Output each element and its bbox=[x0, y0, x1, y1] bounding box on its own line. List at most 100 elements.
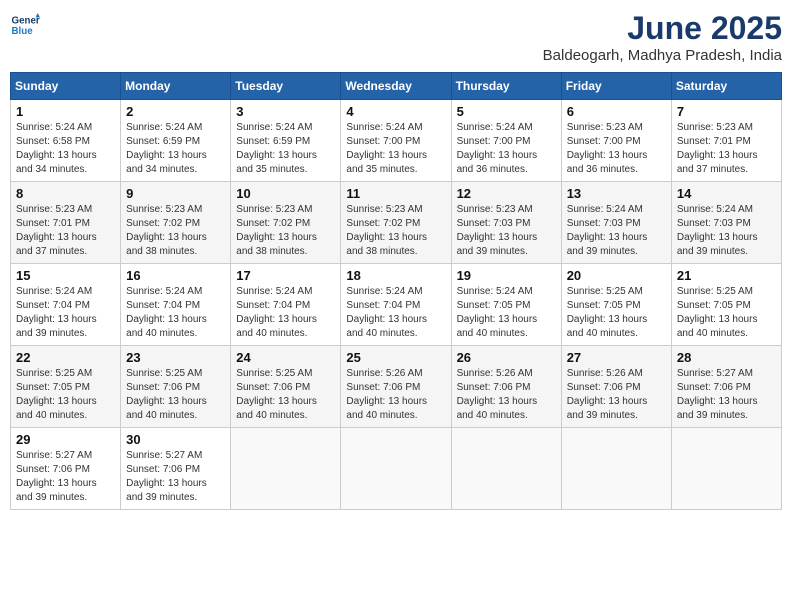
col-friday: Friday bbox=[561, 73, 671, 100]
month-title: June 2025 bbox=[543, 10, 782, 47]
calendar-cell: 19 Sunrise: 5:24 AMSunset: 7:05 PMDaylig… bbox=[451, 264, 561, 346]
day-detail: Sunrise: 5:25 AMSunset: 7:05 PMDaylight:… bbox=[567, 285, 666, 341]
svg-text:Blue: Blue bbox=[12, 26, 34, 37]
calendar-cell: 6 Sunrise: 5:23 AMSunset: 7:00 PMDayligh… bbox=[561, 100, 671, 182]
calendar-cell: 18 Sunrise: 5:24 AMSunset: 7:04 PMDaylig… bbox=[341, 264, 451, 346]
calendar-table: Sunday Monday Tuesday Wednesday Thursday… bbox=[10, 72, 782, 510]
col-wednesday: Wednesday bbox=[341, 73, 451, 100]
day-number: 22 bbox=[16, 350, 115, 365]
day-detail: Sunrise: 5:24 AMSunset: 6:59 PMDaylight:… bbox=[236, 121, 335, 177]
calendar-cell: 15 Sunrise: 5:24 AMSunset: 7:04 PMDaylig… bbox=[11, 264, 121, 346]
day-number: 29 bbox=[16, 432, 115, 447]
calendar-cell: 17 Sunrise: 5:24 AMSunset: 7:04 PMDaylig… bbox=[231, 264, 341, 346]
calendar-cell: 9 Sunrise: 5:23 AMSunset: 7:02 PMDayligh… bbox=[121, 182, 231, 264]
day-number: 23 bbox=[126, 350, 225, 365]
calendar-cell: 23 Sunrise: 5:25 AMSunset: 7:06 PMDaylig… bbox=[121, 346, 231, 428]
day-detail: Sunrise: 5:24 AMSunset: 7:00 PMDaylight:… bbox=[457, 121, 556, 177]
day-detail: Sunrise: 5:24 AMSunset: 7:03 PMDaylight:… bbox=[567, 203, 666, 259]
calendar-cell bbox=[341, 428, 451, 510]
calendar-cell: 20 Sunrise: 5:25 AMSunset: 7:05 PMDaylig… bbox=[561, 264, 671, 346]
title-area: June 2025 Baldeogarh, Madhya Pradesh, In… bbox=[543, 10, 782, 64]
calendar-cell: 28 Sunrise: 5:27 AMSunset: 7:06 PMDaylig… bbox=[671, 346, 781, 428]
day-number: 27 bbox=[567, 350, 666, 365]
calendar-cell: 10 Sunrise: 5:23 AMSunset: 7:02 PMDaylig… bbox=[231, 182, 341, 264]
page-header: General Blue June 2025 Baldeogarh, Madhy… bbox=[10, 10, 782, 64]
day-detail: Sunrise: 5:26 AMSunset: 7:06 PMDaylight:… bbox=[567, 367, 666, 423]
week-row-3: 15 Sunrise: 5:24 AMSunset: 7:04 PMDaylig… bbox=[11, 264, 782, 346]
calendar-cell: 24 Sunrise: 5:25 AMSunset: 7:06 PMDaylig… bbox=[231, 346, 341, 428]
day-detail: Sunrise: 5:23 AMSunset: 7:00 PMDaylight:… bbox=[567, 121, 666, 177]
day-number: 19 bbox=[457, 268, 556, 283]
day-detail: Sunrise: 5:23 AMSunset: 7:02 PMDaylight:… bbox=[346, 203, 445, 259]
calendar-cell bbox=[671, 428, 781, 510]
calendar-cell: 22 Sunrise: 5:25 AMSunset: 7:05 PMDaylig… bbox=[11, 346, 121, 428]
day-number: 25 bbox=[346, 350, 445, 365]
logo-icon: General Blue bbox=[10, 10, 40, 40]
day-number: 3 bbox=[236, 104, 335, 119]
day-detail: Sunrise: 5:26 AMSunset: 7:06 PMDaylight:… bbox=[346, 367, 445, 423]
day-detail: Sunrise: 5:23 AMSunset: 7:02 PMDaylight:… bbox=[126, 203, 225, 259]
day-detail: Sunrise: 5:25 AMSunset: 7:06 PMDaylight:… bbox=[126, 367, 225, 423]
calendar-cell: 7 Sunrise: 5:23 AMSunset: 7:01 PMDayligh… bbox=[671, 100, 781, 182]
day-detail: Sunrise: 5:27 AMSunset: 7:06 PMDaylight:… bbox=[677, 367, 776, 423]
calendar-cell: 25 Sunrise: 5:26 AMSunset: 7:06 PMDaylig… bbox=[341, 346, 451, 428]
calendar-cell: 30 Sunrise: 5:27 AMSunset: 7:06 PMDaylig… bbox=[121, 428, 231, 510]
day-detail: Sunrise: 5:24 AMSunset: 7:00 PMDaylight:… bbox=[346, 121, 445, 177]
day-detail: Sunrise: 5:24 AMSunset: 7:03 PMDaylight:… bbox=[677, 203, 776, 259]
day-number: 5 bbox=[457, 104, 556, 119]
calendar-cell: 13 Sunrise: 5:24 AMSunset: 7:03 PMDaylig… bbox=[561, 182, 671, 264]
col-sunday: Sunday bbox=[11, 73, 121, 100]
calendar-cell: 29 Sunrise: 5:27 AMSunset: 7:06 PMDaylig… bbox=[11, 428, 121, 510]
day-detail: Sunrise: 5:23 AMSunset: 7:03 PMDaylight:… bbox=[457, 203, 556, 259]
day-number: 24 bbox=[236, 350, 335, 365]
calendar-cell: 4 Sunrise: 5:24 AMSunset: 7:00 PMDayligh… bbox=[341, 100, 451, 182]
day-detail: Sunrise: 5:24 AMSunset: 6:59 PMDaylight:… bbox=[126, 121, 225, 177]
day-detail: Sunrise: 5:23 AMSunset: 7:02 PMDaylight:… bbox=[236, 203, 335, 259]
day-detail: Sunrise: 5:24 AMSunset: 7:04 PMDaylight:… bbox=[236, 285, 335, 341]
calendar-cell: 26 Sunrise: 5:26 AMSunset: 7:06 PMDaylig… bbox=[451, 346, 561, 428]
header-row: Sunday Monday Tuesday Wednesday Thursday… bbox=[11, 73, 782, 100]
week-row-4: 22 Sunrise: 5:25 AMSunset: 7:05 PMDaylig… bbox=[11, 346, 782, 428]
day-detail: Sunrise: 5:24 AMSunset: 7:04 PMDaylight:… bbox=[16, 285, 115, 341]
day-detail: Sunrise: 5:24 AMSunset: 6:58 PMDaylight:… bbox=[16, 121, 115, 177]
calendar-cell: 2 Sunrise: 5:24 AMSunset: 6:59 PMDayligh… bbox=[121, 100, 231, 182]
day-detail: Sunrise: 5:23 AMSunset: 7:01 PMDaylight:… bbox=[16, 203, 115, 259]
calendar-cell: 3 Sunrise: 5:24 AMSunset: 6:59 PMDayligh… bbox=[231, 100, 341, 182]
day-number: 9 bbox=[126, 186, 225, 201]
day-number: 2 bbox=[126, 104, 225, 119]
calendar-cell: 1 Sunrise: 5:24 AMSunset: 6:58 PMDayligh… bbox=[11, 100, 121, 182]
calendar-cell: 12 Sunrise: 5:23 AMSunset: 7:03 PMDaylig… bbox=[451, 182, 561, 264]
day-number: 20 bbox=[567, 268, 666, 283]
day-detail: Sunrise: 5:25 AMSunset: 7:05 PMDaylight:… bbox=[16, 367, 115, 423]
day-detail: Sunrise: 5:24 AMSunset: 7:05 PMDaylight:… bbox=[457, 285, 556, 341]
day-number: 28 bbox=[677, 350, 776, 365]
day-detail: Sunrise: 5:24 AMSunset: 7:04 PMDaylight:… bbox=[346, 285, 445, 341]
calendar-cell bbox=[561, 428, 671, 510]
calendar-cell bbox=[231, 428, 341, 510]
day-number: 11 bbox=[346, 186, 445, 201]
day-detail: Sunrise: 5:23 AMSunset: 7:01 PMDaylight:… bbox=[677, 121, 776, 177]
day-number: 7 bbox=[677, 104, 776, 119]
week-row-1: 1 Sunrise: 5:24 AMSunset: 6:58 PMDayligh… bbox=[11, 100, 782, 182]
col-saturday: Saturday bbox=[671, 73, 781, 100]
day-number: 16 bbox=[126, 268, 225, 283]
day-detail: Sunrise: 5:25 AMSunset: 7:06 PMDaylight:… bbox=[236, 367, 335, 423]
day-number: 18 bbox=[346, 268, 445, 283]
week-row-2: 8 Sunrise: 5:23 AMSunset: 7:01 PMDayligh… bbox=[11, 182, 782, 264]
week-row-5: 29 Sunrise: 5:27 AMSunset: 7:06 PMDaylig… bbox=[11, 428, 782, 510]
logo: General Blue bbox=[10, 10, 40, 40]
location-title: Baldeogarh, Madhya Pradesh, India bbox=[543, 47, 782, 64]
calendar-cell: 21 Sunrise: 5:25 AMSunset: 7:05 PMDaylig… bbox=[671, 264, 781, 346]
day-number: 1 bbox=[16, 104, 115, 119]
day-number: 10 bbox=[236, 186, 335, 201]
day-detail: Sunrise: 5:25 AMSunset: 7:05 PMDaylight:… bbox=[677, 285, 776, 341]
day-number: 30 bbox=[126, 432, 225, 447]
col-monday: Monday bbox=[121, 73, 231, 100]
day-detail: Sunrise: 5:27 AMSunset: 7:06 PMDaylight:… bbox=[126, 449, 225, 505]
day-detail: Sunrise: 5:26 AMSunset: 7:06 PMDaylight:… bbox=[457, 367, 556, 423]
col-tuesday: Tuesday bbox=[231, 73, 341, 100]
day-detail: Sunrise: 5:24 AMSunset: 7:04 PMDaylight:… bbox=[126, 285, 225, 341]
day-number: 14 bbox=[677, 186, 776, 201]
calendar-cell bbox=[451, 428, 561, 510]
calendar-cell: 27 Sunrise: 5:26 AMSunset: 7:06 PMDaylig… bbox=[561, 346, 671, 428]
